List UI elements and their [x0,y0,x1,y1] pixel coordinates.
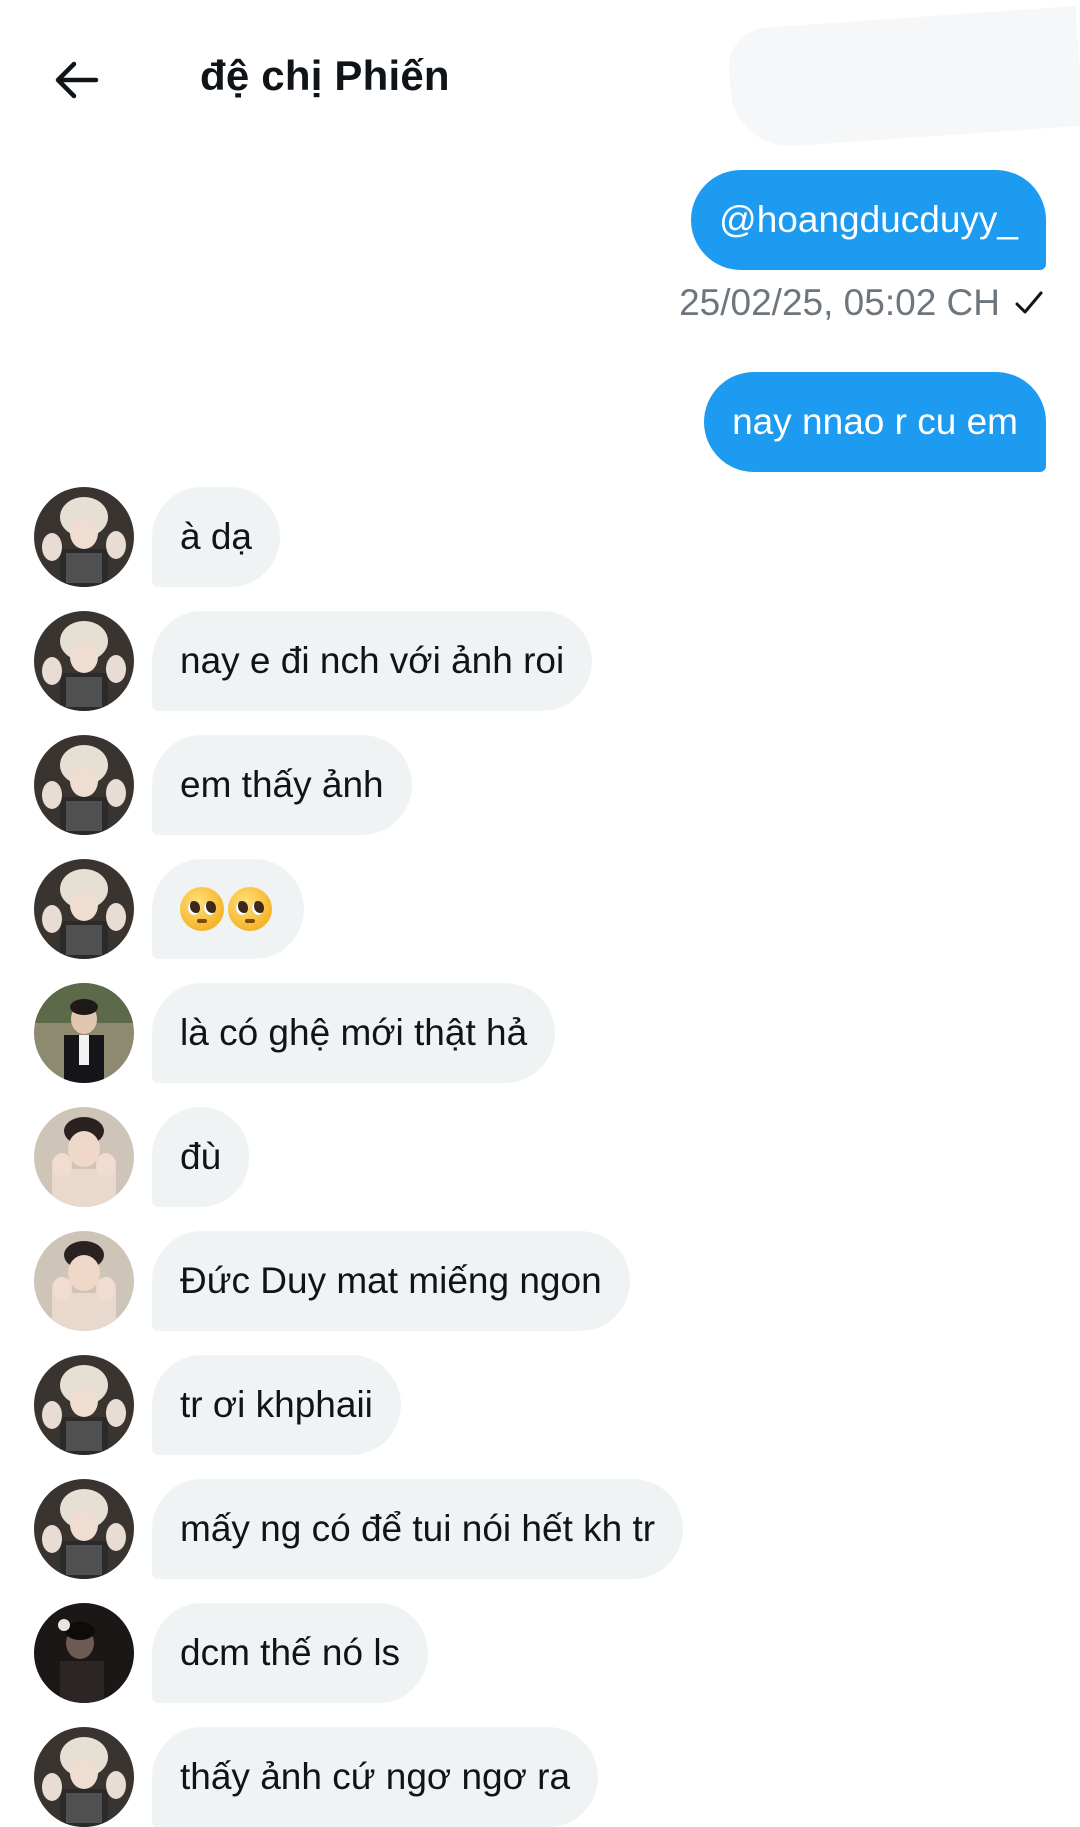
incoming-message[interactable]: Đức Duy mat miếng ngon [152,1231,630,1331]
message-thread[interactable]: @hoangducduyy_ 25/02/25, 05:02 CH nay nn… [0,0,1080,1827]
incoming-message[interactable]: là có ghệ mới thật hả [152,983,556,1083]
avatar-a-image [34,859,134,959]
message-text: mấy ng có để tui nói hết kh tr [180,1508,656,1549]
outgoing-message[interactable]: nay nnao r cu em [704,372,1046,472]
avatar-a-image [34,487,134,587]
message-text: dcm thế nó ls [180,1632,401,1673]
message-text: nay nnao r cu em [732,401,1018,442]
avatar-c-image [34,1231,134,1331]
incoming-message-row: đù [34,1107,250,1207]
incoming-message-row: à dạ [34,487,281,587]
checkmark-icon [1015,291,1043,314]
avatar[interactable] [34,1603,134,1703]
message-text: @hoangducduyy_ [719,199,1018,240]
pleading-face-icon [180,887,224,931]
avatar[interactable] [34,1479,134,1579]
timestamp-text: 25/02/25, 05:02 CH [679,282,1000,323]
avatar[interactable] [34,859,134,959]
message-text: tr ơi khphaii [180,1384,373,1425]
avatar-a-image [34,735,134,835]
incoming-message[interactable]: tr ơi khphaii [152,1355,401,1455]
incoming-message[interactable]: dcm thế nó ls [152,1603,429,1703]
avatar[interactable] [34,487,134,587]
avatar[interactable] [34,611,134,711]
avatar-a-image [34,611,134,711]
incoming-message-row: thấy ảnh cứ ngơ ngơ ra [34,1727,599,1827]
avatar-b-image [34,983,134,1083]
avatar[interactable] [34,1355,134,1455]
incoming-message-row: nay e đi nch với ảnh roi [34,611,593,711]
message-text: đù [180,1136,222,1177]
avatar[interactable] [34,1727,134,1827]
message-text: Đức Duy mat miếng ngon [180,1260,602,1301]
incoming-message[interactable]: mấy ng có để tui nói hết kh tr [152,1479,684,1579]
avatar-d-image [34,1603,134,1703]
message-text: là có ghệ mới thật hả [180,1012,528,1053]
avatar[interactable] [34,983,134,1083]
incoming-message-row: là có ghệ mới thật hả [34,983,556,1083]
avatar-a-image [34,1727,134,1827]
message-text: nay e đi nch với ảnh roi [180,640,565,681]
avatar[interactable] [34,1107,134,1207]
message-text: thấy ảnh cứ ngơ ngơ ra [180,1756,571,1797]
incoming-message[interactable] [152,859,304,959]
incoming-message-row: tr ơi khphaii [34,1355,401,1455]
avatar[interactable] [34,735,134,835]
pleading-face-icon [228,887,272,931]
avatar[interactable] [34,1231,134,1331]
avatar-c-image [34,1107,134,1207]
incoming-message-row: mấy ng có để tui nói hết kh tr [34,1479,684,1579]
message-text: à dạ [180,516,253,557]
incoming-message[interactable]: đù [152,1107,250,1207]
message-timestamp: 25/02/25, 05:02 CH [679,282,1044,324]
incoming-message-row: dcm thế nó ls [34,1603,429,1703]
message-text: em thấy ảnh [180,764,384,805]
incoming-message[interactable]: à dạ [152,487,281,587]
incoming-message[interactable]: thấy ảnh cứ ngơ ngơ ra [152,1727,599,1827]
outgoing-message[interactable]: @hoangducduyy_ [691,170,1046,270]
avatar-a-image [34,1355,134,1455]
incoming-message[interactable]: nay e đi nch với ảnh roi [152,611,593,711]
avatar-a-image [34,1479,134,1579]
incoming-message-row [34,859,304,959]
incoming-message-row: em thấy ảnh [34,735,412,835]
incoming-message-row: Đức Duy mat miếng ngon [34,1231,630,1331]
incoming-message[interactable]: em thấy ảnh [152,735,412,835]
